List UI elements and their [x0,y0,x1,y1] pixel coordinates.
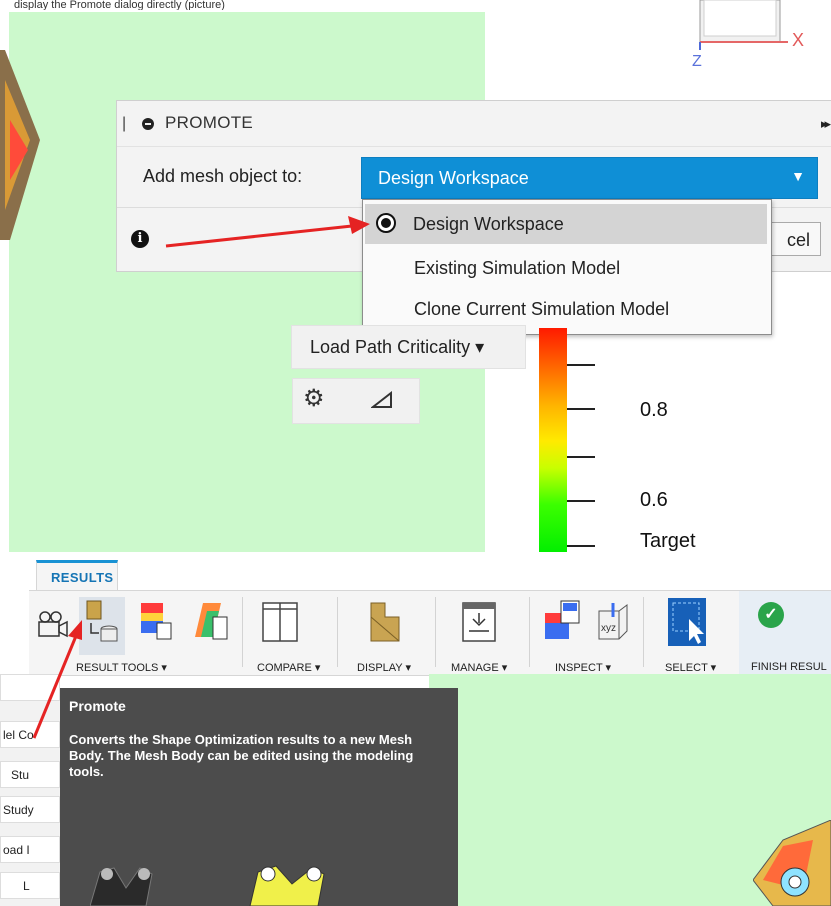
promote-tooltip: Promote Converts the Shape Optimization … [60,688,458,906]
browser-row[interactable]: Study [0,796,60,823]
tab-results[interactable]: RESULTS [36,560,118,590]
compare-icon[interactable] [261,601,299,643]
separator [242,597,243,667]
menu-item-label: Existing Simulation Model [414,258,621,278]
select-label[interactable]: SELECT ▾ [665,661,716,674]
manage-icon[interactable] [461,601,497,643]
result-tools-label[interactable]: RESULT TOOLS ▾ [76,661,167,674]
tab-label: RESULTS [51,570,114,585]
browser-panel: lel Co Stu Study oad I L [0,674,60,906]
target-dropdown[interactable]: Design Workspace ▼ [361,157,818,199]
legend-color-bar [539,328,567,554]
menu-item-label: Clone Current Simulation Model [414,299,670,319]
separator [435,597,436,667]
viewcube[interactable]: X Z [680,0,831,70]
svg-text:xyz: xyz [601,623,616,634]
load-path-selector[interactable]: Load Path Criticality ▾ [291,325,526,369]
menu-item-existing-simulation-model[interactable]: Existing Simulation Model [365,248,767,288]
camera-icon[interactable] [35,609,71,641]
legend-tick [567,500,595,502]
add-mesh-row: Add mesh object to: Design Workspace ▼ [117,147,831,207]
promote-icon[interactable] [79,597,125,655]
menu-item-clone-simulation-model[interactable]: Clone Current Simulation Model [365,289,767,329]
dialog-header[interactable]: | PROMOTE ▸▸ [117,101,831,147]
add-mesh-label: Add mesh object to: [143,166,303,186]
finish-label: FINISH RESUL [751,661,827,673]
legend-value: 0.6 [640,489,668,511]
separator [643,597,644,667]
menu-item-design-workspace[interactable]: Design Workspace [365,204,767,244]
legend-tick [567,364,595,366]
dropdown-menu: Design Workspace Existing Simulation Mod… [362,199,772,335]
legend-tick [567,456,595,458]
manage-label[interactable]: MANAGE ▾ [451,661,507,674]
info-icon[interactable]: i [131,230,149,248]
ribbon-toolbar: RESULT TOOLS ▾ COMPARE ▾ DISPLAY ▾ MANAG… [29,590,831,676]
browser-row[interactable]: lel Co [0,721,60,748]
browser-row[interactable]: L [0,872,60,899]
mesh-body-fragment [0,50,40,240]
browser-row[interactable]: Stu [0,761,60,788]
tooltip-illustration [90,865,325,906]
legend-tools: ⚙ [292,378,420,424]
graphics-viewport[interactable] [429,674,831,906]
triangle-icon[interactable] [371,391,393,409]
legend-tick [567,545,595,547]
tooltip-title: Promote [69,698,126,714]
check-icon: ✓ [758,602,784,628]
tooltip-description: Converts the Shape Optimization results … [69,732,414,779]
finish-results-button[interactable]: ✓ FINISH RESUL [739,591,831,675]
radio-selected-icon [376,213,396,233]
result-overlay-icon[interactable] [139,601,173,641]
bottom-screenshot: RESULTS RESULT TOOLS ▾ COMPARE ▾ DISPLAY… [0,552,831,906]
legend-value: 0.8 [640,399,668,421]
xyz-probe-icon[interactable]: xyz [593,601,629,643]
display-icon[interactable] [369,601,405,643]
dialog-title: PROMOTE [165,113,254,132]
dropdown-selected-value: Design Workspace [378,168,529,188]
inspect-label[interactable]: INSPECT ▾ [555,661,611,674]
expand-arrows-icon[interactable]: ▸▸ [821,116,831,132]
collapse-dot-icon[interactable] [142,118,154,130]
gear-icon[interactable]: ⚙ [303,387,325,411]
chevron-down-icon: ▼ [791,168,805,184]
top-screenshot: display the Promote dialog directly (pic… [0,0,831,554]
x-axis-label: X [792,30,804,50]
compare-label[interactable]: COMPARE ▾ [257,661,320,674]
load-path-label: Load Path Criticality ▾ [310,337,485,357]
select-icon[interactable] [667,597,707,647]
display-label[interactable]: DISPLAY ▾ [357,661,411,674]
browser-header [0,674,60,701]
separator [529,597,530,667]
separator [337,597,338,667]
browser-row[interactable]: oad I [0,836,60,863]
drag-handle-icon[interactable]: | [122,115,126,133]
inspect-icon[interactable] [543,599,583,643]
z-axis-label: Z [692,53,702,70]
legend-tick [567,408,595,410]
menu-item-label: Design Workspace [413,214,564,234]
mesh-body-fragment [753,820,831,906]
legend-target-label: Target [640,530,696,552]
result-table-icon[interactable] [193,601,229,641]
